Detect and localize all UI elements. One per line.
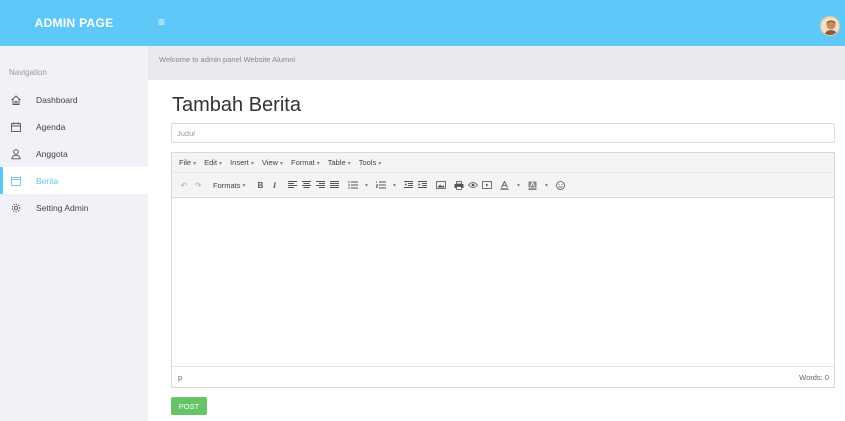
brand-logo[interactable]: ADMIN PAGE — [0, 0, 148, 46]
formats-label: Formats — [213, 180, 241, 190]
calendar-icon — [11, 122, 21, 132]
sidebar-item-setting-admin[interactable]: Setting Admin — [0, 194, 148, 221]
chevron-down-icon[interactable]: ▾ — [389, 178, 401, 192]
text-color-icon[interactable] — [499, 178, 511, 192]
top-bar: ADMIN PAGE ≡ — [0, 0, 845, 46]
nav-heading: Navigation — [9, 68, 47, 77]
sidebar-item-dashboard[interactable]: Dashboard — [0, 86, 148, 113]
menu-insert[interactable]: Insert ▾ — [230, 158, 254, 167]
hamburger-icon[interactable]: ≡ — [158, 15, 165, 29]
sidebar-item-berita[interactable]: Berita — [0, 167, 148, 194]
bullet-list-icon[interactable] — [347, 178, 359, 192]
redo-icon[interactable]: ↷ — [192, 178, 204, 192]
menu-label: Tools — [358, 158, 377, 167]
menu-format[interactable]: Format ▾ — [291, 158, 320, 167]
menu-label: Table — [327, 158, 346, 167]
preview-icon[interactable] — [467, 178, 479, 192]
word-count: Words: 0 — [799, 372, 829, 382]
emoticon-icon[interactable] — [555, 178, 567, 192]
editor-content-area[interactable] — [172, 198, 834, 366]
bold-button[interactable]: B — [255, 178, 267, 192]
undo-icon[interactable]: ↶ — [178, 178, 190, 192]
menu-view[interactable]: View ▾ — [262, 158, 283, 167]
menu-label: Edit — [204, 158, 218, 167]
align-justify-icon[interactable] — [329, 178, 341, 192]
menu-tools[interactable]: Tools ▾ — [359, 158, 382, 167]
sidebar-item-label: Dashboard — [36, 94, 78, 105]
caret-icon: ▾ — [347, 161, 351, 167]
menu-label: File — [179, 158, 192, 167]
rich-text-editor: File ▾ Edit ▾ Insert ▾ View ▾ Format ▾ Table ▾… — [171, 152, 835, 388]
user-avatar[interactable] — [820, 16, 840, 36]
main-content: Tambah Berita File▾ Edit▾ Insert▾ View▾ … — [148, 80, 845, 421]
align-left-icon[interactable] — [287, 178, 299, 192]
caret-icon: ▾ — [242, 182, 246, 189]
media-icon[interactable] — [481, 178, 493, 192]
sidebar-item-label: Berita — [36, 175, 59, 186]
sidebar-item-agenda[interactable]: Agenda — [0, 113, 148, 140]
align-right-icon[interactable] — [315, 178, 327, 192]
background-color-icon[interactable] — [527, 178, 539, 192]
menu-label: View — [261, 158, 278, 167]
nav-list: Dashboard Agenda Anggota Berita Setting … — [0, 86, 148, 221]
chevron-down-icon[interactable]: ▾ — [361, 178, 373, 192]
welcome-bar: Welcome to admin panel Website Alumni — [148, 46, 845, 80]
chevron-down-icon[interactable]: ▾ — [541, 178, 553, 192]
caret-icon: ▾ — [279, 161, 283, 167]
newspaper-icon — [11, 177, 21, 186]
chevron-down-icon[interactable]: ▾ — [513, 178, 525, 192]
print-icon[interactable] — [453, 178, 465, 192]
gear-icon — [11, 203, 21, 213]
italic-button[interactable]: I — [269, 178, 281, 192]
editor-toolbar: ↶ ↷ Formats ▾ B I ▾ ▾ ▾ ▾ — [172, 173, 834, 198]
page-title: Tambah Berita — [172, 94, 301, 116]
sidebar-item-label: Setting Admin — [36, 202, 89, 213]
image-icon[interactable] — [435, 178, 447, 192]
home-icon — [11, 95, 21, 105]
menu-edit[interactable]: Edit ▾ — [204, 158, 222, 167]
element-path[interactable]: p — [178, 373, 182, 382]
menu-file[interactable]: File ▾ — [179, 158, 196, 167]
menu-label: Insert — [230, 158, 249, 167]
editor-menubar: File ▾ Edit ▾ Insert ▾ View ▾ Format ▾ Table ▾… — [172, 153, 834, 173]
indent-icon[interactable] — [417, 178, 429, 192]
sidebar-item-label: Agenda — [36, 121, 66, 132]
align-center-icon[interactable] — [301, 178, 313, 192]
welcome-text: Welcome to admin panel Website Alumni — [159, 55, 296, 64]
caret-icon: ▾ — [219, 161, 223, 167]
numbered-list-icon[interactable] — [375, 178, 387, 192]
menu-label: Format — [290, 158, 315, 167]
editor-statusbar: p Words: 0 — [172, 366, 834, 387]
menu-table[interactable]: Table ▾ — [328, 158, 351, 167]
caret-icon: ▾ — [250, 161, 254, 167]
user-icon — [11, 149, 21, 160]
post-button[interactable]: POST — [171, 397, 207, 415]
outdent-icon[interactable] — [403, 178, 415, 192]
sidebar-item-anggota[interactable]: Anggota — [0, 140, 148, 167]
sidebar-item-label: Anggota — [36, 148, 68, 159]
sidebar: Navigation Dashboard Agenda Anggota Beri… — [0, 46, 148, 421]
caret-icon: ▾ — [193, 161, 197, 167]
title-input[interactable] — [171, 123, 835, 143]
formats-dropdown[interactable]: Formats ▾ — [210, 178, 249, 192]
caret-icon: ▾ — [316, 161, 320, 167]
caret-icon: ▾ — [378, 161, 382, 167]
